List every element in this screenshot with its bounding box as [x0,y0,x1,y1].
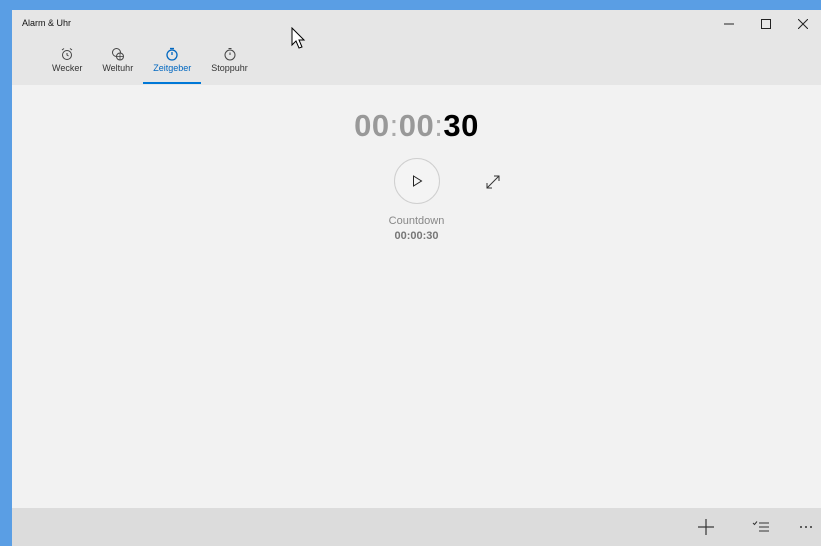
timer-display: 00:00:30 [12,108,821,144]
time-separator: : [434,108,444,143]
select-timers-button[interactable] [750,516,772,538]
tab-wecker[interactable]: Wecker [42,44,92,85]
tab-label: Stoppuhr [211,63,248,73]
timer-minutes: 00 [398,108,435,143]
window-controls [710,10,821,40]
timer-seconds: 30 [443,108,479,143]
mouse-cursor-icon [291,27,306,49]
bottom-command-bar [12,508,821,546]
desktop-background-left [0,0,12,546]
stopwatch-icon [223,46,237,61]
play-icon [413,175,423,187]
app-window: Alarm & Uhr Wecker Weltuhr Zeitgeber Sto… [12,10,821,546]
checklist-icon [752,521,769,532]
more-icon [800,526,812,528]
alarm-clock-icon [60,46,74,61]
maximize-icon [760,19,771,29]
play-button[interactable] [394,158,440,204]
more-options-button[interactable] [796,516,816,538]
tab-label: Wecker [52,63,83,73]
timer-name: Countdown [388,215,445,227]
tab-stoppuhr[interactable]: Stoppuhr [201,44,258,85]
minimize-icon [723,23,734,25]
maximize-button[interactable] [747,10,784,38]
timer-icon [165,46,179,61]
timer-hours: 00 [354,108,390,143]
plus-icon [698,519,714,535]
time-separator: : [389,108,399,143]
tab-label: Weltuhr [102,63,134,73]
nav-tabs: Wecker Weltuhr Zeitgeber Stoppuhr [42,44,258,85]
close-button[interactable] [784,10,821,38]
tab-label: Zeitgeber [153,63,192,73]
world-clock-icon [111,46,125,61]
title-bar: Alarm & Uhr Wecker Weltuhr Zeitgeber Sto… [12,10,821,85]
add-timer-button[interactable] [695,516,717,538]
timer-duration: 00:00:30 [394,230,439,242]
tab-zeitgeber[interactable]: Zeitgeber [143,44,202,85]
desktop-background [0,0,821,10]
app-title: Alarm & Uhr [22,18,72,28]
close-icon [797,19,808,29]
tab-weltuhr[interactable]: Weltuhr [92,44,143,85]
minimize-button[interactable] [710,10,747,38]
expand-button[interactable] [484,173,502,191]
expand-icon [486,175,500,189]
